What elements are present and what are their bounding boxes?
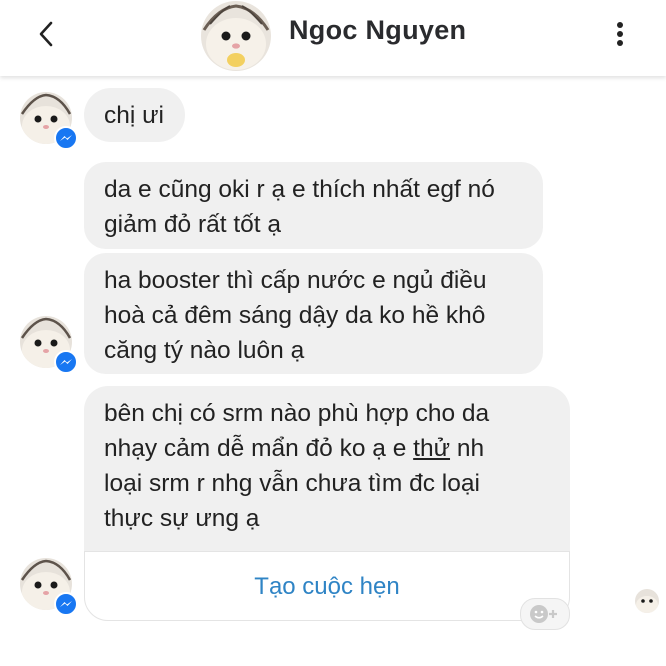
message-line: bên chị có srm nào phù hợp cho da xyxy=(104,400,490,427)
message-line: giảm đỏ rất tốt ạ xyxy=(104,211,282,238)
message-text: chị ưi xyxy=(104,102,164,129)
message-bubble-with-card: bên chị có srm nào phù hợp cho da nhạy c… xyxy=(84,386,570,621)
sender-avatar[interactable] xyxy=(20,316,78,374)
more-vertical-icon xyxy=(617,22,623,46)
messenger-badge-icon xyxy=(54,350,78,374)
message-bubble: da e cũng oki r ạ e thích nhất egf nó gi… xyxy=(84,162,543,249)
sender-avatar[interactable] xyxy=(20,92,78,150)
message-line: loại srm r nhg vẫn chưa tìm đc loại xyxy=(104,470,480,497)
chat-header: Ngoc Nguyen xyxy=(0,0,666,76)
sender-avatar[interactable] xyxy=(20,558,78,616)
message-text-segment: nhạy cảm dễ mẩn đỏ ko ạ e xyxy=(104,435,414,462)
message-line: căng tý nào luôn ạ xyxy=(104,337,305,364)
underlined-word: thử xyxy=(413,435,451,462)
message-line: thực sự ưng ạ xyxy=(104,505,260,532)
back-button[interactable] xyxy=(26,14,66,54)
smiley-plus-icon xyxy=(530,605,557,623)
messenger-badge-icon xyxy=(54,126,78,150)
more-options-button[interactable] xyxy=(600,14,640,54)
message-bubble: chị ưi xyxy=(84,88,185,142)
messenger-badge-icon xyxy=(54,592,78,616)
message-text-block: bên chị có srm nào phù hợp cho da nhạy c… xyxy=(104,396,550,556)
add-reaction-button[interactable] xyxy=(520,598,570,630)
contact-avatar[interactable] xyxy=(200,0,272,72)
message-line: da e cũng oki r ạ e thích nhất egf nó xyxy=(104,176,495,203)
message-bubble: ha booster thì cấp nước e ngủ điều hoà c… xyxy=(84,253,543,374)
message-text-segment: nh xyxy=(450,435,485,462)
create-appointment-button[interactable]: Tạo cuộc hẹn xyxy=(84,551,570,621)
read-receipt-avatar xyxy=(635,589,659,613)
contact-name[interactable]: Ngoc Nguyen xyxy=(289,15,466,46)
message-line: hoà cả đêm sáng dậy da ko hề khô xyxy=(104,302,486,329)
message-line: ha booster thì cấp nước e ngủ điều xyxy=(104,267,487,294)
message-line: nhạy cảm dễ mẩn đỏ ko ạ e thử nh xyxy=(104,431,550,466)
message-thread: chị ưi da e cũng oki r ạ e thích nhất eg… xyxy=(0,76,666,666)
chevron-left-icon xyxy=(39,21,53,47)
